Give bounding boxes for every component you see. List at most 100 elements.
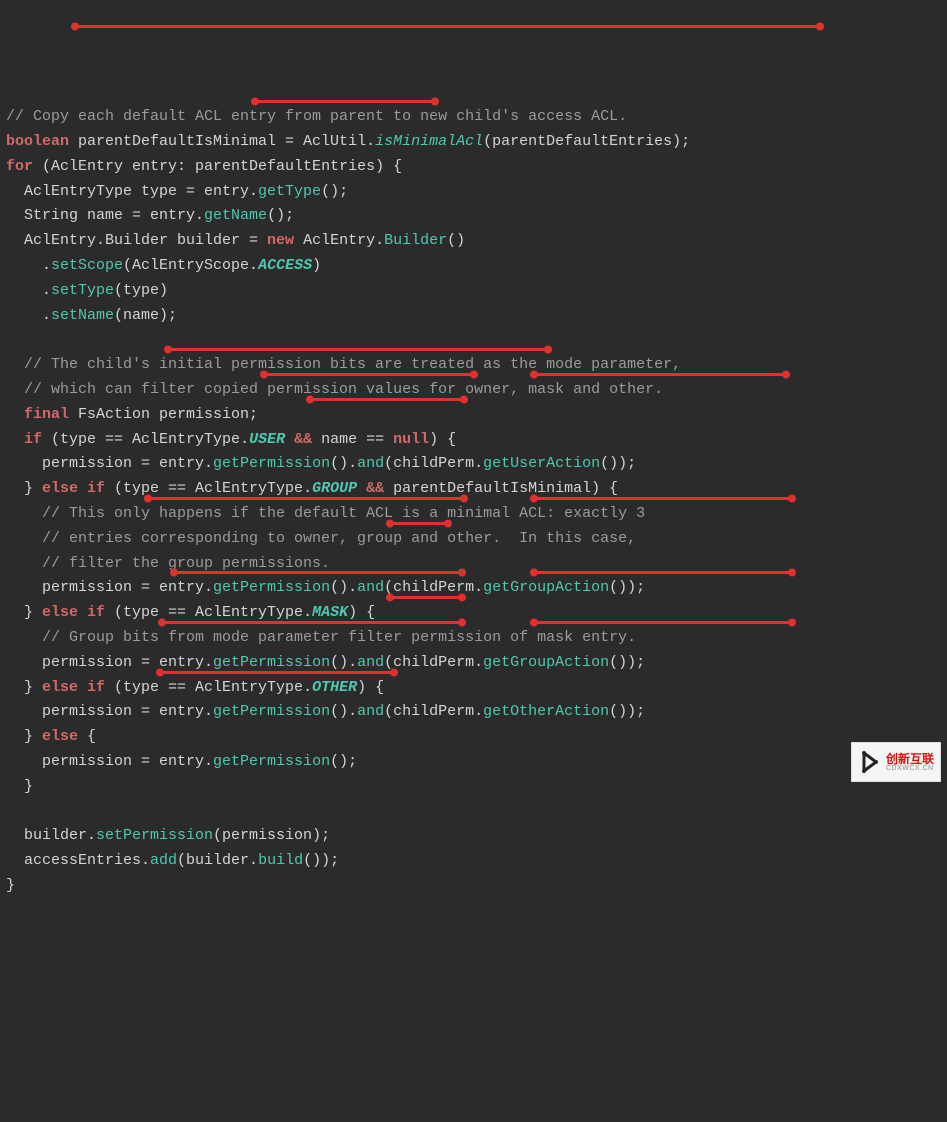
fn-getGroupAction: getGroupAction xyxy=(483,579,609,596)
annotation-dot xyxy=(788,495,796,503)
code: ) { xyxy=(429,431,456,448)
fn-add: add xyxy=(150,852,177,869)
enum-OTHER: OTHER xyxy=(312,679,357,696)
annotation-dot xyxy=(530,371,538,379)
fn-and: and xyxy=(357,654,384,671)
code: (type == AclEntryType. xyxy=(105,480,312,497)
code: AclEntryType type = entry. xyxy=(6,183,258,200)
comment: // which can filter copied permission va… xyxy=(6,381,663,398)
op-and: && xyxy=(366,480,384,497)
annotation-dot xyxy=(386,520,394,528)
annotation-dot xyxy=(458,619,466,627)
annotation-dot xyxy=(460,495,468,503)
code: parentDefaultIsMinimal = AclUtil. xyxy=(69,133,375,150)
fn-getPermission: getPermission xyxy=(213,753,330,770)
code: (childPerm. xyxy=(384,579,483,596)
code: accessEntries. xyxy=(6,852,150,869)
code: name == xyxy=(312,431,393,448)
enum-GROUP: GROUP xyxy=(312,480,357,497)
keyword-elseif: else if xyxy=(42,604,105,621)
fn-getPermission: getPermission xyxy=(213,579,330,596)
annotation-dot xyxy=(306,396,314,404)
comment: // filter the group permissions. xyxy=(6,555,330,572)
keyword-elseif: else if xyxy=(42,480,105,497)
fn-setName: setName xyxy=(51,307,114,324)
annotation-dot xyxy=(386,594,394,602)
annotation-dot xyxy=(458,594,466,602)
code: permission = entry. xyxy=(6,579,213,596)
code: parentDefaultIsMinimal) { xyxy=(384,480,618,497)
code xyxy=(6,406,24,423)
code: (). xyxy=(330,703,357,720)
code: . xyxy=(6,307,51,324)
code: ) { xyxy=(348,604,375,621)
code: } xyxy=(6,877,15,894)
fn-getName: getName xyxy=(204,207,267,224)
op-and: && xyxy=(294,431,312,448)
fn-and: and xyxy=(357,703,384,720)
fn-build: build xyxy=(258,852,303,869)
logo-text-en: CDXWCX.CN xyxy=(886,765,934,772)
code: (). xyxy=(330,654,357,671)
code: FsAction permission; xyxy=(69,406,258,423)
code: (type) xyxy=(114,282,168,299)
annotation-dot xyxy=(158,619,166,627)
annotation-dot xyxy=(260,371,268,379)
code: (type == AclEntryType. xyxy=(105,679,312,696)
annotation-underline xyxy=(255,100,435,103)
code: (type == AclEntryType. xyxy=(42,431,249,448)
code: ()); xyxy=(303,852,339,869)
code: ()); xyxy=(609,654,645,671)
annotation-dot xyxy=(530,569,538,577)
code xyxy=(6,431,24,448)
code xyxy=(357,480,366,497)
keyword-new: new xyxy=(267,232,294,249)
code: } xyxy=(6,604,42,621)
logo-icon xyxy=(858,750,882,774)
code: permission = entry. xyxy=(6,455,213,472)
annotation-dot xyxy=(144,495,152,503)
code: (childPerm. xyxy=(384,654,483,671)
code: (builder. xyxy=(177,852,258,869)
keyword-boolean: boolean xyxy=(6,133,69,150)
code: (); xyxy=(321,183,348,200)
annotation-underline xyxy=(534,571,792,574)
comment: // The child's initial permission bits a… xyxy=(6,356,681,373)
code: (); xyxy=(267,207,294,224)
annotation-dot xyxy=(444,520,452,528)
code: ()); xyxy=(609,703,645,720)
fn-getPermission: getPermission xyxy=(213,455,330,472)
annotation-dot xyxy=(431,98,439,106)
fn-and: and xyxy=(357,455,384,472)
code: permission = entry. xyxy=(6,753,213,770)
fn-getOtherAction: getOtherAction xyxy=(483,703,609,720)
code: String name = entry. xyxy=(6,207,204,224)
code: } xyxy=(6,728,42,745)
code: (AclEntryScope. xyxy=(123,257,258,274)
annotation-underline xyxy=(148,497,464,500)
annotation-dot xyxy=(460,396,468,404)
code: permission = entry. xyxy=(6,654,213,671)
code: (). xyxy=(330,455,357,472)
fn-setPermission: setPermission xyxy=(96,827,213,844)
code: (AclEntry entry: parentDefaultEntries) { xyxy=(33,158,402,175)
comment: // This only happens if the default ACL … xyxy=(6,505,645,522)
code: . xyxy=(6,282,51,299)
code: { xyxy=(78,728,96,745)
fn-getGroupAction: getGroupAction xyxy=(483,654,609,671)
code: builder. xyxy=(6,827,96,844)
annotation-underline xyxy=(160,671,394,674)
code: } xyxy=(6,778,33,795)
code: AclEntry. xyxy=(294,232,384,249)
annotation-underline xyxy=(162,621,462,624)
code: (childPerm. xyxy=(384,703,483,720)
annotation-dot xyxy=(458,569,466,577)
code: ()); xyxy=(600,455,636,472)
code: . xyxy=(6,257,51,274)
type-Builder: Builder xyxy=(384,232,447,249)
annotation-underline xyxy=(75,25,820,28)
fn-setScope: setScope xyxy=(51,257,123,274)
keyword-null: null xyxy=(393,431,429,448)
fn-setType: setType xyxy=(51,282,114,299)
code: (name); xyxy=(114,307,177,324)
